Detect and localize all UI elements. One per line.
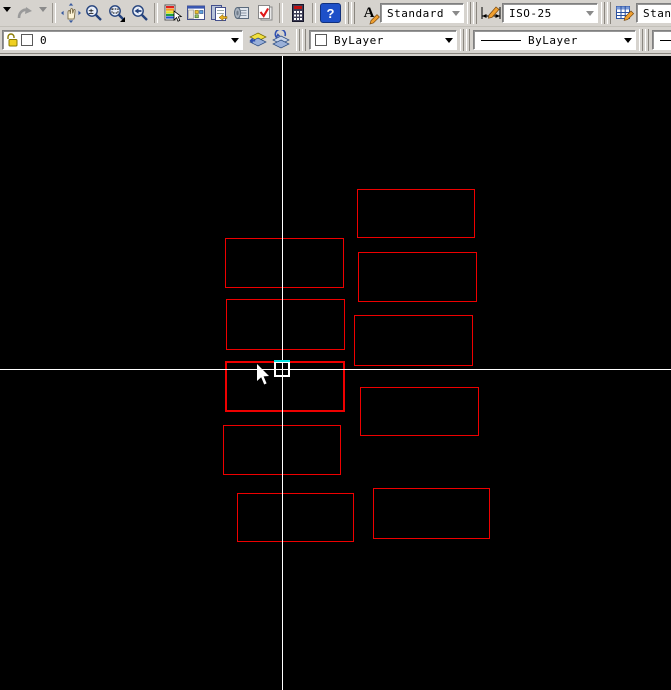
tool-palettes-button[interactable] bbox=[207, 2, 230, 25]
svg-text:±: ± bbox=[88, 7, 94, 17]
table-style-combo[interactable]: Standard bbox=[636, 3, 671, 23]
layer-previous-button[interactable] bbox=[270, 29, 293, 52]
toolbar-grip[interactable] bbox=[639, 29, 649, 51]
table-style-button[interactable] bbox=[614, 2, 636, 24]
cad-rectangle[interactable] bbox=[357, 189, 475, 238]
chevron-down-icon[interactable] bbox=[586, 11, 594, 20]
chevron-down-icon[interactable] bbox=[452, 11, 460, 20]
cad-rectangle[interactable] bbox=[226, 299, 345, 350]
dim-style-icon bbox=[480, 3, 502, 23]
chevron-down-icon[interactable] bbox=[231, 38, 239, 47]
redo-button[interactable] bbox=[13, 2, 36, 25]
dim-style-button[interactable] bbox=[480, 2, 502, 24]
help-button[interactable]: ? bbox=[319, 2, 342, 25]
toolbar-grip[interactable] bbox=[296, 29, 306, 51]
crosshair-horizontal-line bbox=[0, 369, 671, 370]
autocad-window: ± bbox=[0, 0, 671, 690]
pan-button[interactable] bbox=[59, 2, 82, 25]
dim-style-combo[interactable]: ISO-25 bbox=[502, 3, 598, 23]
redo-dropdown-arrow[interactable] bbox=[36, 2, 49, 25]
toolbar-grip[interactable] bbox=[460, 29, 470, 51]
chevron-down-icon[interactable] bbox=[445, 38, 453, 47]
make-object-layer-current-button[interactable] bbox=[247, 29, 270, 52]
table-style-icon bbox=[615, 3, 635, 23]
cad-rectangle[interactable] bbox=[237, 493, 354, 542]
zoom-previous-icon bbox=[130, 3, 150, 23]
markup-set-manager-icon bbox=[255, 3, 275, 23]
tool-palettes-icon bbox=[209, 3, 229, 23]
separator bbox=[312, 3, 316, 23]
color-value: ByLayer bbox=[331, 34, 443, 47]
layer-previous-icon bbox=[271, 30, 292, 50]
color-swatch bbox=[315, 34, 327, 46]
separator bbox=[279, 3, 283, 23]
chevron-down-icon[interactable] bbox=[624, 38, 632, 47]
text-style-button[interactable]: A bbox=[358, 2, 380, 24]
drawing-canvas[interactable] bbox=[0, 56, 671, 690]
layer-combo[interactable]: 0 bbox=[2, 30, 243, 50]
redo-icon bbox=[16, 5, 34, 21]
linetype-sample bbox=[481, 40, 521, 41]
make-layer-current-icon bbox=[248, 30, 269, 50]
designcenter-icon bbox=[186, 3, 206, 23]
toolbar-grip[interactable] bbox=[345, 2, 355, 24]
mouse-cursor-arrow bbox=[256, 364, 270, 386]
linetype-value: ByLayer bbox=[525, 34, 622, 47]
layer-color-swatch bbox=[21, 34, 33, 46]
properties-button[interactable] bbox=[161, 2, 184, 25]
pencil-icon bbox=[369, 13, 381, 25]
zoom-realtime-button[interactable]: ± bbox=[82, 2, 105, 25]
markup-set-manager-button[interactable] bbox=[253, 2, 276, 25]
color-combo[interactable]: ByLayer bbox=[309, 30, 457, 50]
pickbox bbox=[274, 361, 290, 377]
flyout-indicator bbox=[120, 17, 125, 22]
toolbar-grip[interactable] bbox=[601, 2, 611, 24]
zoom-window-button[interactable] bbox=[105, 2, 128, 25]
layer-name: 0 bbox=[37, 34, 229, 47]
designcenter-button[interactable] bbox=[184, 2, 207, 25]
dim-style-value: ISO-25 bbox=[506, 7, 584, 20]
lineweight-combo[interactable] bbox=[652, 30, 671, 50]
text-style-value: Standard bbox=[384, 7, 450, 20]
quickcalc-button[interactable] bbox=[286, 2, 309, 25]
properties-icon bbox=[163, 3, 183, 23]
lineweight-sample bbox=[660, 40, 671, 41]
cad-rectangle[interactable] bbox=[358, 252, 477, 302]
separator bbox=[52, 3, 56, 23]
unlock-icon bbox=[6, 33, 19, 47]
separator bbox=[154, 3, 158, 23]
pan-hand-icon bbox=[61, 3, 81, 23]
hover-highlight-segment bbox=[274, 360, 290, 362]
cad-rectangle[interactable] bbox=[360, 387, 479, 436]
toolbar-standard: ± bbox=[0, 0, 671, 27]
sheetset-manager-icon bbox=[232, 3, 252, 23]
undo-dropdown-arrow[interactable] bbox=[0, 2, 13, 25]
zoom-previous-button[interactable] bbox=[128, 2, 151, 25]
cad-rectangle[interactable] bbox=[225, 238, 344, 288]
help-icon: ? bbox=[320, 3, 341, 23]
toolbar-layers: 0 ByLayer ByL bbox=[0, 27, 671, 54]
linetype-combo[interactable]: ByLayer bbox=[473, 30, 636, 50]
toolbar-grip[interactable] bbox=[467, 2, 477, 24]
zoom-realtime-icon: ± bbox=[84, 3, 104, 23]
quickcalc-icon bbox=[288, 3, 308, 23]
cad-rectangle[interactable] bbox=[373, 488, 490, 539]
sheetset-manager-button[interactable] bbox=[230, 2, 253, 25]
table-style-value: Standard bbox=[640, 7, 671, 20]
text-style-combo[interactable]: Standard bbox=[380, 3, 464, 23]
cad-rectangle[interactable] bbox=[354, 315, 473, 366]
